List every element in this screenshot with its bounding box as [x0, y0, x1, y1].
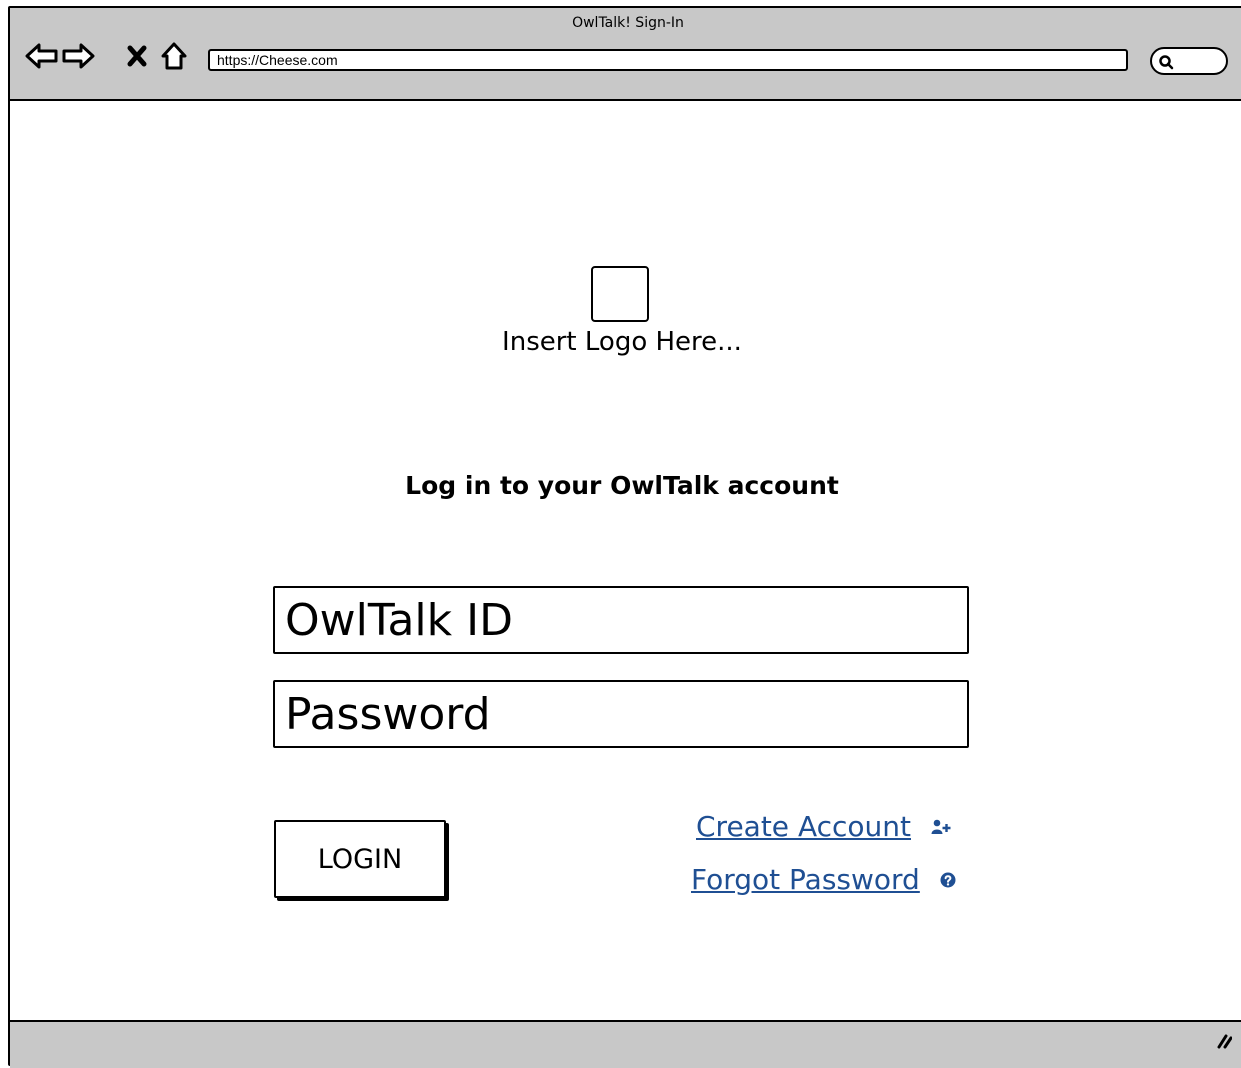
forward-arrow-icon: [62, 43, 95, 69]
url-input[interactable]: [208, 49, 1128, 71]
owltalk-id-input[interactable]: [273, 586, 969, 654]
back-button[interactable]: [24, 38, 60, 74]
help-icon[interactable]: [940, 872, 956, 888]
close-icon: [127, 45, 147, 67]
forgot-password-row: Forgot Password: [691, 863, 956, 896]
login-heading: Log in to your OwlTalk account: [405, 471, 839, 500]
browser-window: OwlTalk! Sign-In https://Cheese.com Inse…: [8, 6, 1241, 1068]
home-button[interactable]: [158, 38, 190, 74]
browser-toolbar: OwlTalk! Sign-In: [10, 8, 1241, 101]
logo-caption: Insert Logo Here...: [502, 327, 742, 357]
back-arrow-icon: [25, 43, 58, 69]
logo-placeholder: [591, 266, 649, 322]
status-bar: [10, 1020, 1241, 1068]
home-icon: [161, 42, 187, 70]
create-account-link[interactable]: Create Account: [696, 810, 911, 843]
add-user-icon[interactable]: [931, 819, 951, 835]
search-button[interactable]: [1150, 47, 1228, 75]
login-button[interactable]: LOGIN: [274, 820, 446, 898]
password-input[interactable]: [273, 680, 969, 748]
create-account-row: Create Account: [696, 810, 951, 843]
window-title: OwlTalk! Sign-In: [572, 15, 684, 31]
resize-grip-icon[interactable]: [1210, 1030, 1232, 1050]
search-icon: [1159, 55, 1174, 70]
forgot-password-link[interactable]: Forgot Password: [691, 863, 920, 896]
stop-button[interactable]: [123, 38, 151, 74]
forward-button[interactable]: [60, 38, 96, 74]
